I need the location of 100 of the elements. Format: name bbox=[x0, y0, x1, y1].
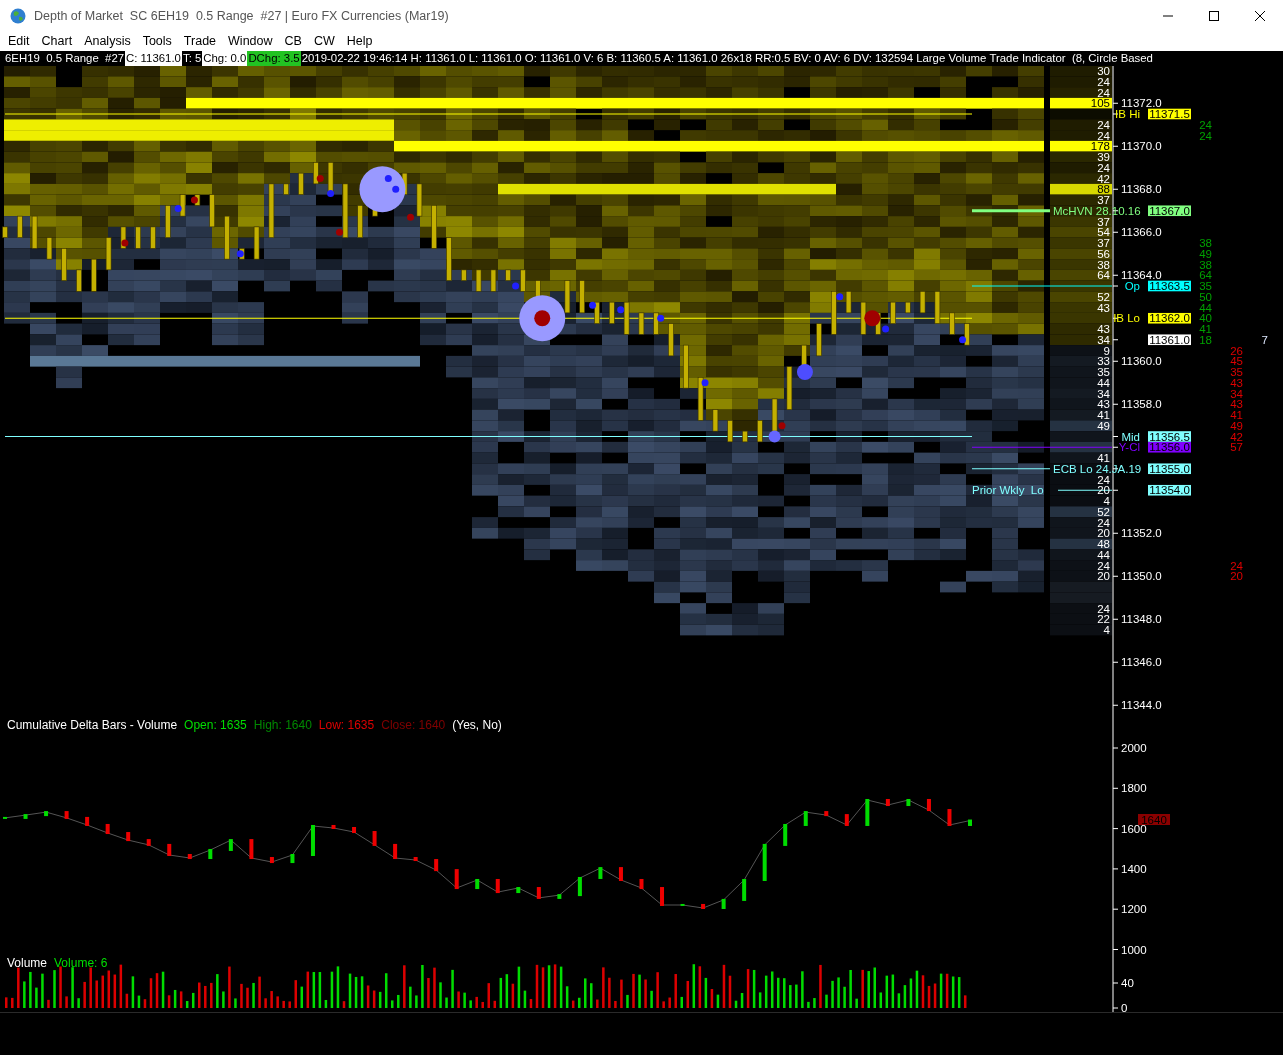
depth-volume: 54 bbox=[1097, 226, 1110, 239]
header-field: 6EH19 0.5 Range #27 bbox=[4, 51, 126, 66]
trade-circle bbox=[236, 250, 244, 258]
bid-volume: 26 bbox=[1230, 344, 1243, 357]
menu-item[interactable]: Trade bbox=[177, 34, 223, 48]
level-label: IB Hi bbox=[1115, 108, 1140, 120]
menu-item[interactable]: Chart bbox=[35, 34, 79, 48]
level-label: Y-Cl bbox=[1118, 441, 1140, 454]
ask-volume: 41 bbox=[1199, 323, 1212, 335]
price-bar bbox=[668, 323, 674, 357]
bid-volume: 24 bbox=[1230, 559, 1243, 572]
price-marker: 11355.0 bbox=[1148, 462, 1191, 475]
menu-item[interactable]: Window bbox=[222, 34, 279, 48]
header-field: C: 11361.0 bbox=[125, 51, 182, 66]
panel-title: (Yes, No) bbox=[452, 718, 502, 732]
price-bar bbox=[623, 301, 630, 335]
menu-item[interactable]: Analysis bbox=[78, 34, 137, 48]
price-bar bbox=[683, 344, 689, 389]
ask-volume: 49 bbox=[1199, 247, 1212, 260]
depth-volume: 37 bbox=[1097, 237, 1110, 249]
price-label: 11368.0 bbox=[1121, 183, 1162, 196]
axis-label: 1000 bbox=[1121, 943, 1147, 956]
price-bar bbox=[431, 205, 437, 249]
price-bar bbox=[283, 183, 289, 195]
price-label: 11358.0 bbox=[1121, 398, 1162, 411]
ask-volume: 24 bbox=[1199, 118, 1212, 131]
ask-volume: 44 bbox=[1199, 301, 1212, 314]
maximize-icon bbox=[1209, 10, 1219, 21]
level-label: McHVN 28.10.16 bbox=[1053, 204, 1141, 217]
depth-volume: 24 bbox=[1097, 118, 1110, 131]
ask-volume: 40 bbox=[1199, 312, 1212, 325]
depth-volume: 24 bbox=[1097, 602, 1110, 615]
price-bar bbox=[268, 183, 275, 238]
depth-volume: 44 bbox=[1097, 548, 1110, 561]
price-marker: 11356.0 bbox=[1148, 441, 1191, 454]
axis-label: 1200 bbox=[1121, 903, 1147, 916]
price-bar bbox=[2, 226, 8, 238]
trade-circle bbox=[617, 306, 625, 314]
price-bar bbox=[520, 269, 526, 292]
depth-volume: 52 bbox=[1097, 505, 1110, 518]
price-bar bbox=[120, 226, 127, 249]
header-field: 2019-02-22 19:46:14 H: 11361.0 L: 11361.0 O: 11361.0 V: 6 B: 11360.5 A: 11361.0 26x18 RR:0.5 BV: 0 AV: 6 DV: 132594 Large Volume Trade Indicator (8, Circle Based bbox=[300, 51, 1154, 66]
price-bar bbox=[697, 377, 704, 421]
depth-volume: 24 bbox=[1097, 86, 1110, 99]
price-bar bbox=[17, 215, 23, 238]
menu-item[interactable]: Tools bbox=[136, 34, 178, 48]
depth-volume: 178 bbox=[1090, 140, 1110, 153]
price-bar bbox=[490, 269, 497, 292]
trade-circle bbox=[796, 364, 813, 380]
price-bar bbox=[105, 237, 112, 271]
bid-volume: 34 bbox=[1230, 387, 1243, 400]
panel-title: Cumulative Delta Bars - Volume bbox=[7, 718, 178, 732]
depth-volume: 24 bbox=[1097, 516, 1110, 529]
menu-item[interactable]: CW bbox=[307, 34, 341, 48]
trade-circle bbox=[512, 282, 520, 290]
trade-circle bbox=[316, 175, 324, 182]
depth-volume: 33 bbox=[1097, 355, 1110, 368]
bid-volume: 41 bbox=[1230, 409, 1243, 421]
price-bar bbox=[757, 420, 763, 443]
price-bar bbox=[298, 172, 304, 195]
price-bar bbox=[46, 237, 53, 260]
price-bar bbox=[905, 301, 911, 314]
ask-volume: 38 bbox=[1199, 237, 1212, 249]
price-bar bbox=[653, 312, 659, 335]
price-bar bbox=[949, 312, 955, 335]
depth-volume: 24 bbox=[1097, 129, 1110, 142]
trade-circle bbox=[701, 379, 709, 387]
price-bar bbox=[564, 280, 571, 314]
depth-volume: 22 bbox=[1097, 613, 1110, 626]
ask-volume: 18 bbox=[1199, 333, 1212, 346]
price-bar bbox=[357, 205, 363, 238]
trade-circle bbox=[327, 190, 335, 198]
price-marker: 11363.5 bbox=[1148, 280, 1191, 292]
depth-volume: 105 bbox=[1090, 97, 1110, 110]
menu-item[interactable]: Edit bbox=[2, 34, 36, 48]
level-label: Prior Wkly Lo bbox=[972, 484, 1044, 497]
price-bar bbox=[31, 215, 38, 249]
price-bar bbox=[76, 269, 82, 292]
price-bar bbox=[179, 194, 186, 217]
menu-item[interactable]: CB bbox=[278, 34, 308, 48]
depth-volume: 41 bbox=[1097, 409, 1110, 421]
bid-volume: 43 bbox=[1230, 376, 1243, 389]
trade-circle bbox=[174, 205, 182, 213]
depth-volume: 48 bbox=[1097, 538, 1110, 550]
panel-title: Volume: 6 bbox=[54, 956, 108, 970]
axis-label: 0 bbox=[1121, 1002, 1128, 1012]
axis-label: 1400 bbox=[1121, 862, 1147, 875]
axis-label: 2000 bbox=[1121, 742, 1147, 754]
price-bar bbox=[816, 323, 822, 357]
price-bar bbox=[224, 215, 230, 260]
price-bar bbox=[594, 301, 600, 324]
depth-volume: 44 bbox=[1097, 376, 1110, 389]
menu-item[interactable]: Help bbox=[340, 34, 379, 48]
price-label: 11352.0 bbox=[1121, 527, 1162, 540]
price-bar bbox=[91, 258, 97, 292]
axis-label: 40 bbox=[1121, 977, 1134, 989]
depth-volume: 52 bbox=[1097, 290, 1110, 303]
bid-volume: 42 bbox=[1230, 430, 1243, 443]
depth-volume: 43 bbox=[1097, 323, 1110, 335]
level-line bbox=[1057, 489, 1113, 491]
